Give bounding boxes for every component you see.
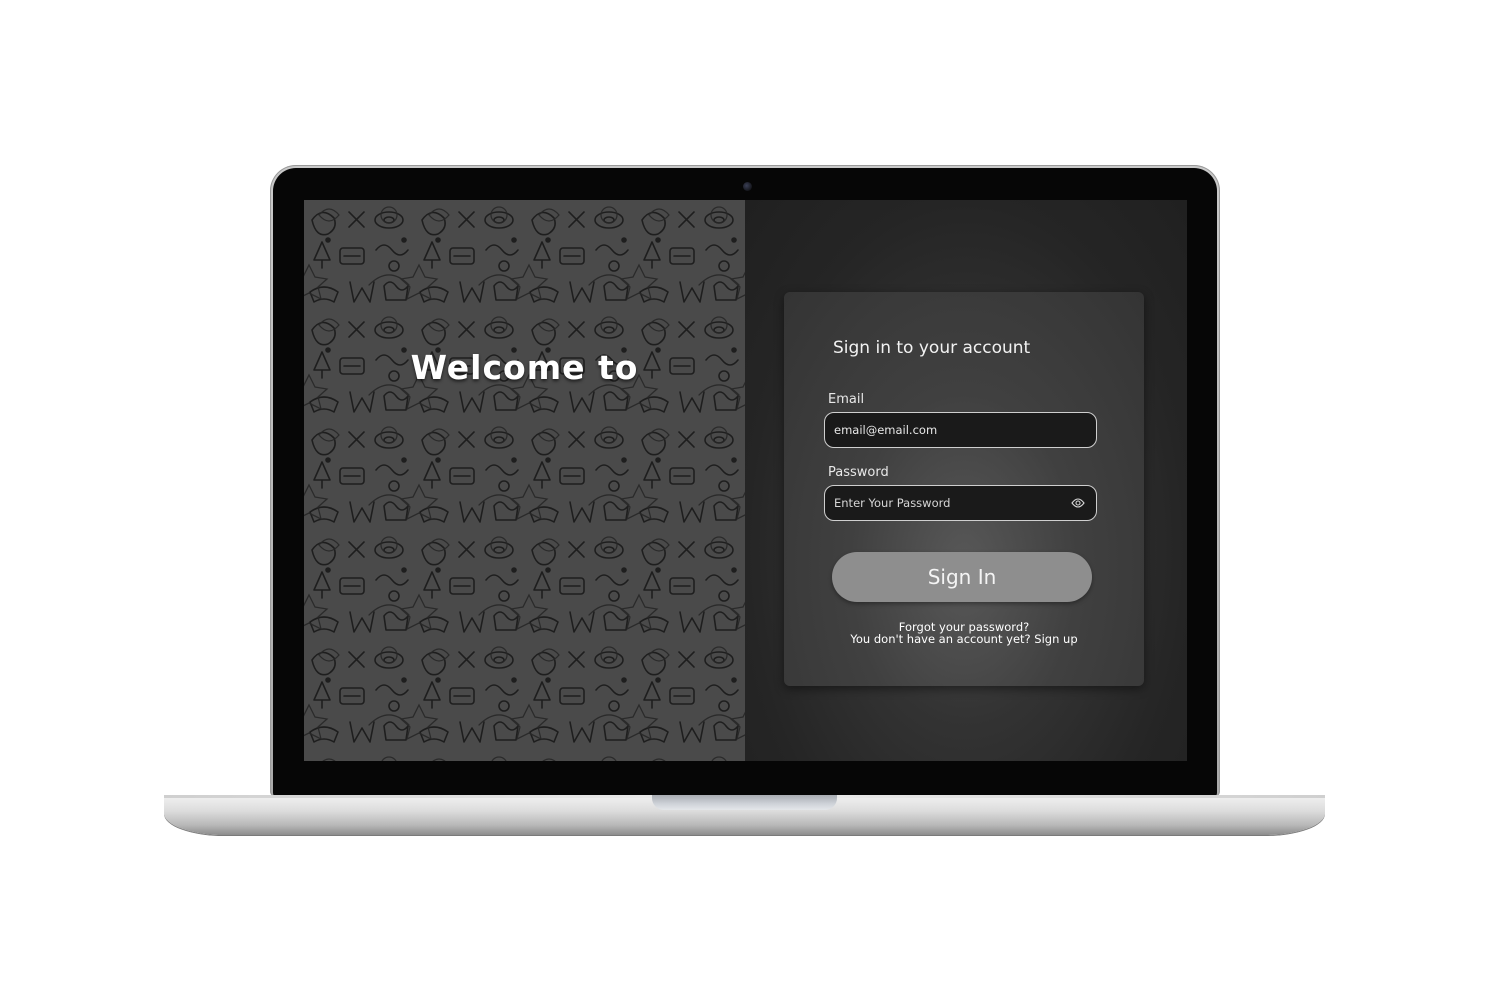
- sign-up-link[interactable]: You don't have an account yet? Sign up: [850, 632, 1077, 646]
- password-field-container: [824, 485, 1097, 521]
- password-label: Password: [828, 465, 889, 480]
- webcam-dot: [743, 182, 752, 191]
- welcome-heading: Welcome to: [410, 348, 639, 387]
- email-input[interactable]: [834, 413, 1054, 447]
- password-input[interactable]: [834, 486, 1054, 520]
- doodle-pattern-background: [304, 200, 745, 761]
- sign-in-button[interactable]: Sign In: [832, 552, 1092, 602]
- email-field-container: [824, 412, 1097, 448]
- doodle-pattern-panel: Welcome to: [304, 200, 745, 761]
- login-card: Sign in to your account Email Password: [784, 292, 1144, 686]
- laptop-thumb-notch: [652, 795, 837, 810]
- login-title: Sign in to your account: [833, 338, 1031, 358]
- screen-bezel: Welcome to Sign in to your account Email…: [273, 168, 1217, 797]
- auth-links: Forgot your password? You don't have an …: [784, 621, 1144, 645]
- email-label: Email: [828, 392, 865, 407]
- laptop-mockup: Welcome to Sign in to your account Email…: [0, 0, 1500, 1000]
- laptop-base: [164, 795, 1325, 835]
- login-panel: Sign in to your account Email Password: [745, 200, 1187, 761]
- laptop-screen: Welcome to Sign in to your account Email…: [304, 200, 1187, 761]
- eye-icon[interactable]: [1071, 497, 1085, 509]
- laptop-lid: Welcome to Sign in to your account Email…: [270, 165, 1220, 797]
